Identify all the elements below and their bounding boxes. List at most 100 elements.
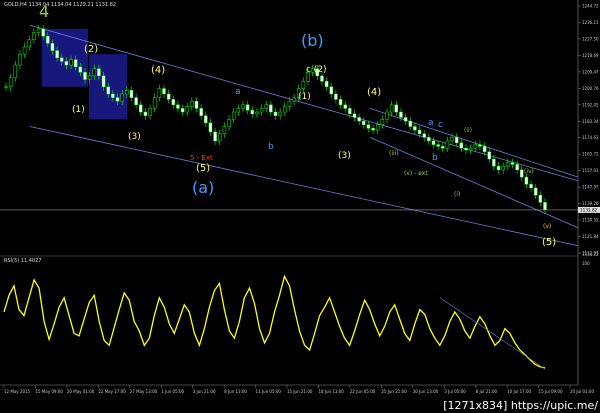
wave-label: (iii) bbox=[389, 150, 399, 157]
y-tick-label: 1121.84 bbox=[582, 234, 599, 239]
candle-body bbox=[60, 57, 64, 62]
candle-body bbox=[166, 93, 171, 100]
y-tick-label: 1209.47 bbox=[582, 69, 599, 74]
candle-body bbox=[236, 108, 241, 113]
candle-body bbox=[171, 99, 176, 106]
rsi-header: RSI(5) 11.4027 bbox=[4, 258, 42, 264]
channel-lower-line bbox=[29, 126, 579, 247]
candle-body bbox=[115, 97, 120, 102]
candle-body bbox=[510, 162, 515, 165]
candle-body bbox=[524, 176, 529, 185]
candle-body bbox=[83, 72, 87, 80]
candle-body bbox=[413, 126, 417, 131]
wave-label: (i) bbox=[454, 191, 460, 198]
wave-label: (5) bbox=[542, 237, 556, 248]
wave-label: (ii) bbox=[464, 127, 472, 134]
candle-body bbox=[18, 53, 22, 66]
wave-label: (2) bbox=[84, 44, 98, 55]
candle-body bbox=[259, 108, 264, 113]
candle-body bbox=[292, 97, 296, 102]
wave-label: (5) bbox=[196, 163, 210, 174]
candle-body bbox=[222, 126, 227, 134]
candle-body bbox=[417, 129, 422, 134]
candle-body bbox=[101, 75, 106, 87]
y-tick-label: 1244.72 bbox=[582, 4, 599, 9]
candle-body bbox=[287, 100, 292, 107]
rsi-tick-label: 1334.22 bbox=[582, 252, 599, 257]
candle-body bbox=[64, 61, 69, 66]
candle-body bbox=[250, 109, 255, 115]
candle-body bbox=[255, 111, 259, 115]
x-tick-label: 15 May 09:00 bbox=[35, 389, 63, 394]
candle-body bbox=[357, 117, 361, 122]
y-tick-label: 1183.34 bbox=[582, 119, 599, 124]
candle-body bbox=[459, 142, 464, 149]
chart-canvas: 1244.72 1236.11 1227.50 1218.69 1209.47 1200.… bbox=[0, 0, 600, 394]
y-tick-label: 1147.97 bbox=[582, 185, 599, 190]
candle-body bbox=[501, 166, 505, 171]
candle-body bbox=[468, 147, 473, 151]
candle-body bbox=[213, 131, 217, 142]
rsi-line bbox=[3, 274, 546, 369]
candle-body bbox=[371, 128, 375, 131]
candle-body bbox=[148, 108, 152, 116]
candle-body bbox=[111, 93, 115, 98]
candle-body bbox=[352, 113, 357, 118]
wave-label: b bbox=[268, 142, 274, 152]
y-tick-label: 1130.55 bbox=[582, 218, 599, 223]
candle-body bbox=[46, 35, 50, 44]
candle-body bbox=[380, 119, 385, 125]
candle-body bbox=[139, 104, 143, 113]
candle-body bbox=[492, 158, 496, 167]
candle-body bbox=[162, 88, 166, 95]
symbol-header: GOLD,H4 1134.04 1134.04 1129.21 1131.82 bbox=[4, 2, 116, 8]
x-tick-label: 1 Jun 05:00 bbox=[161, 389, 184, 394]
candle-body bbox=[431, 140, 436, 145]
x-tick-label: 15 Jul 09:00 bbox=[539, 389, 563, 394]
candle-body bbox=[55, 50, 59, 59]
wave-label: b bbox=[432, 153, 438, 163]
candle-body bbox=[454, 137, 459, 144]
candle-body bbox=[106, 86, 110, 95]
candle-body bbox=[241, 104, 245, 109]
candle-body bbox=[264, 104, 268, 109]
candle-body bbox=[450, 137, 454, 142]
candle-body bbox=[329, 86, 334, 95]
candle-body bbox=[436, 144, 440, 147]
x-tick-label: 18 Jun 13:00 bbox=[318, 389, 344, 394]
candle-body bbox=[50, 43, 55, 51]
candle-body bbox=[134, 97, 138, 106]
wave-label: (3) bbox=[338, 151, 351, 161]
candle-body bbox=[473, 144, 478, 149]
symbol-name: GOLD,H4 bbox=[4, 2, 27, 8]
wave-label: (b) bbox=[301, 31, 324, 50]
x-tick-label: 15 Jun 21:00 bbox=[287, 389, 313, 394]
candle-body bbox=[334, 93, 338, 100]
candle-body bbox=[529, 184, 533, 189]
candle-body bbox=[227, 119, 231, 127]
wave-label: a bbox=[428, 118, 434, 128]
candle-body bbox=[129, 90, 134, 98]
x-tick-label: 11 Jun 05:00 bbox=[256, 389, 282, 394]
candle-body bbox=[73, 59, 78, 68]
candle-body bbox=[366, 124, 371, 129]
candle-body bbox=[4, 86, 8, 88]
candle-body bbox=[152, 97, 157, 109]
x-tick-label: 25 Jun 21:00 bbox=[381, 389, 407, 394]
candle-body bbox=[157, 88, 162, 98]
candle-body bbox=[427, 137, 431, 142]
rsi-tick-label: 100 bbox=[582, 261, 590, 266]
wave-label: (v) - ext bbox=[404, 170, 428, 177]
ohlc-quote: 1134.04 1134.04 1129.21 1131.82 bbox=[28, 2, 117, 8]
candle-body bbox=[199, 108, 203, 116]
candle-body bbox=[13, 64, 18, 78]
wave-label: (1) bbox=[298, 92, 311, 102]
candle-body bbox=[176, 104, 180, 109]
candle-body bbox=[320, 75, 324, 82]
y-tick-label: 1165.72 bbox=[582, 152, 599, 157]
candle-body bbox=[22, 46, 27, 55]
x-tick-label: 27 May 13:00 bbox=[130, 389, 158, 394]
candle-body bbox=[422, 133, 426, 138]
candle-body bbox=[69, 59, 73, 66]
candle-body bbox=[92, 68, 97, 77]
